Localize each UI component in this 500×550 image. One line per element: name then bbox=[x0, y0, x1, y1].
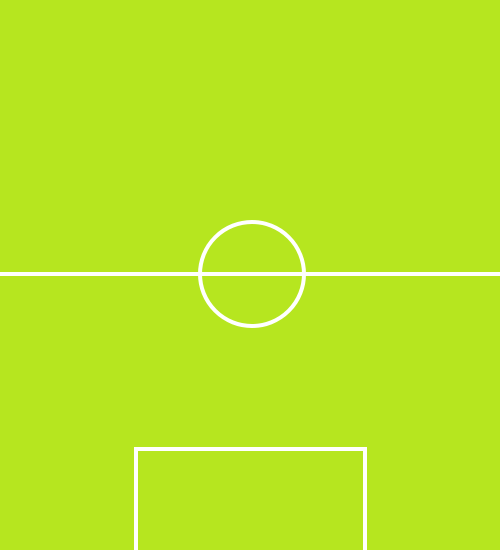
soccer-field bbox=[0, 0, 500, 550]
field-markings bbox=[0, 0, 500, 550]
